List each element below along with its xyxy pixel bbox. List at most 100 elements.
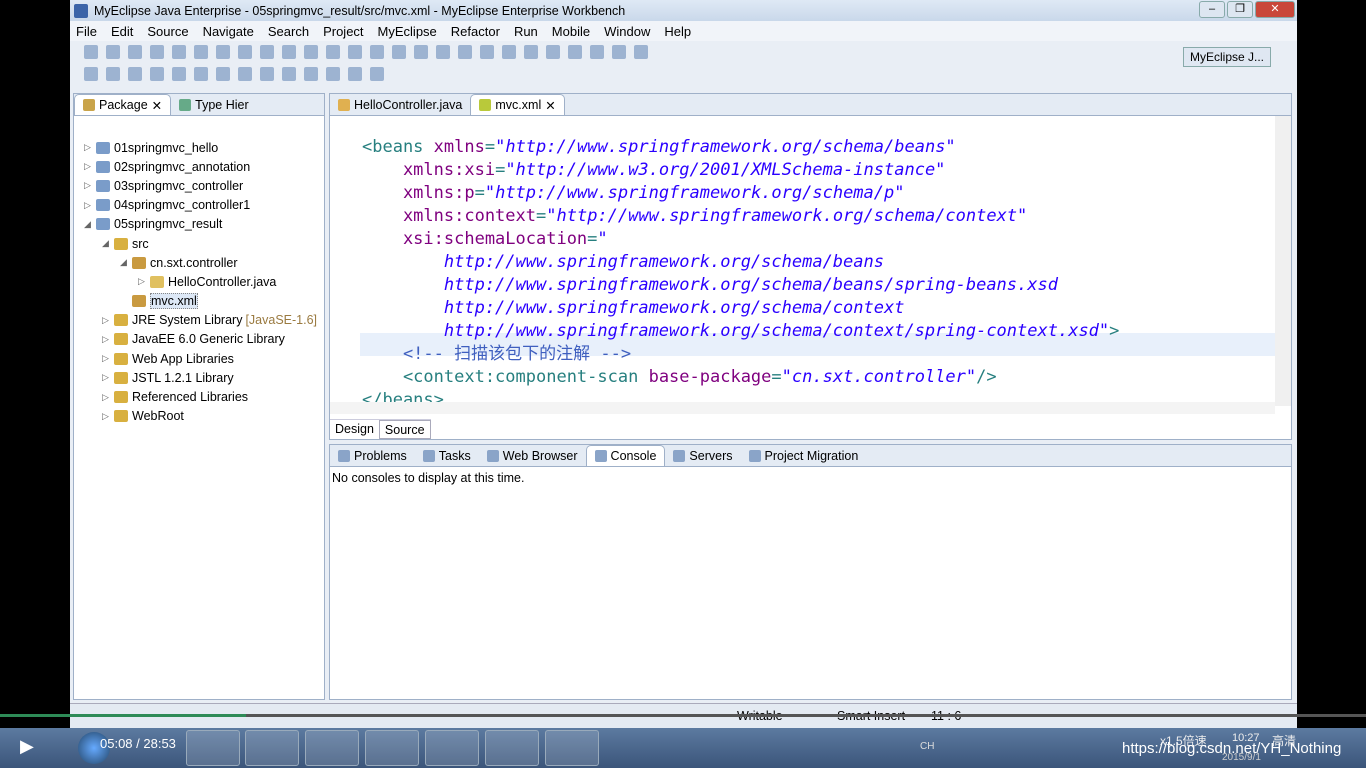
tree-item[interactable]: ▷ JRE System Library [JavaSE-1.6] — [84, 311, 317, 330]
tab-console[interactable]: Console — [585, 445, 666, 466]
tree-item[interactable]: ▷ 02springmvc_annotation — [84, 157, 317, 176]
toolbar-button-icon[interactable] — [348, 45, 362, 59]
play-icon[interactable]: ▶ — [20, 736, 34, 757]
tab-servers[interactable]: Servers — [665, 445, 740, 466]
expand-arrow-icon[interactable]: ▷ — [102, 334, 114, 345]
toolbar-button-icon[interactable] — [172, 45, 186, 59]
toolbar-button-icon[interactable] — [216, 45, 230, 59]
expand-arrow-icon[interactable]: ▷ — [84, 200, 96, 211]
toolbar-button-icon[interactable] — [238, 67, 252, 81]
expand-arrow-icon[interactable]: ▷ — [102, 372, 114, 383]
menu-run[interactable]: Run — [514, 24, 538, 39]
taskbar-app[interactable] — [245, 730, 299, 766]
tree-item[interactable]: ◢ 05springmvc_result — [84, 215, 317, 234]
expand-arrow-icon[interactable]: ◢ — [102, 238, 114, 249]
tree-item[interactable]: ▷ Web App Libraries — [84, 349, 317, 368]
toolbar-button-icon[interactable] — [84, 67, 98, 81]
toolbar-button-icon[interactable] — [106, 67, 120, 81]
video-progress-bar[interactable] — [0, 714, 1366, 717]
minimize-button[interactable]: – — [1199, 1, 1225, 18]
tree-item[interactable]: ◢ cn.sxt.controller — [84, 253, 317, 272]
menu-edit[interactable]: Edit — [111, 24, 133, 39]
toolbar-button-icon[interactable] — [370, 67, 384, 81]
toolbar-button-icon[interactable] — [392, 45, 406, 59]
toolbar-button-icon[interactable] — [238, 45, 252, 59]
expand-arrow-icon[interactable]: ▷ — [138, 276, 150, 287]
toolbar-button-icon[interactable] — [282, 67, 296, 81]
menu-project[interactable]: Project — [323, 24, 363, 39]
expand-arrow-icon[interactable]: ▷ — [84, 180, 96, 191]
toolbar-button-icon[interactable] — [326, 67, 340, 81]
toolbar-button-icon[interactable] — [194, 45, 208, 59]
taskbar-app[interactable] — [305, 730, 359, 766]
tab-web-browser[interactable]: Web Browser — [479, 445, 586, 466]
taskbar-chrome[interactable] — [186, 730, 240, 766]
menu-file[interactable]: File — [76, 24, 97, 39]
taskbar-myeclipse[interactable] — [545, 730, 599, 766]
toolbar-button-icon[interactable] — [458, 45, 472, 59]
toolbar-button-icon[interactable] — [106, 45, 120, 59]
tab-project-migration[interactable]: Project Migration — [741, 445, 867, 466]
language-indicator[interactable]: CH — [920, 741, 934, 752]
tab-design[interactable]: Design — [330, 420, 379, 439]
toolbar-button-icon[interactable] — [348, 67, 362, 81]
expand-arrow-icon[interactable]: ▷ — [102, 392, 114, 403]
tree-item[interactable]: ▷ JSTL 1.2.1 Library — [84, 368, 317, 387]
expand-arrow-icon[interactable]: ▷ — [102, 411, 114, 422]
toolbar-button-icon[interactable] — [304, 67, 318, 81]
toolbar-button-icon[interactable] — [282, 45, 296, 59]
toolbar-button-icon[interactable] — [612, 45, 626, 59]
toolbar-button-icon[interactable] — [260, 67, 274, 81]
taskbar-explorer[interactable] — [365, 730, 419, 766]
toolbar-button-icon[interactable] — [194, 67, 208, 81]
taskbar-app[interactable] — [425, 730, 479, 766]
menu-help[interactable]: Help — [664, 24, 691, 39]
menu-refactor[interactable]: Refactor — [451, 24, 500, 39]
code-area[interactable]: <beans xmlns="http://www.springframework… — [330, 116, 1275, 402]
menu-mobile[interactable]: Mobile — [552, 24, 590, 39]
toolbar-button-icon[interactable] — [172, 67, 186, 81]
toolbar-button-icon[interactable] — [546, 45, 560, 59]
menu-window[interactable]: Window — [604, 24, 650, 39]
taskbar-word[interactable] — [485, 730, 539, 766]
toolbar-button-icon[interactable] — [84, 45, 98, 59]
tab-tasks[interactable]: Tasks — [415, 445, 479, 466]
toolbar-button-icon[interactable] — [414, 45, 428, 59]
toolbar-button-icon[interactable] — [150, 67, 164, 81]
tab-source[interactable]: Source — [378, 420, 431, 439]
menu-myeclipse[interactable]: MyEclipse — [378, 24, 437, 39]
toolbar-button-icon[interactable] — [370, 45, 384, 59]
expand-arrow-icon[interactable]: ◢ — [84, 219, 96, 230]
tab-hellocontroller[interactable]: HelloController.java — [330, 94, 470, 115]
perspective-button[interactable]: MyEclipse J... — [1182, 47, 1271, 67]
tree-item[interactable]: ▷ 04springmvc_controller1 — [84, 196, 317, 215]
toolbar-button-icon[interactable] — [590, 45, 604, 59]
tree-item[interactable]: ▷ 01springmvc_hello — [84, 138, 317, 157]
maximize-button[interactable]: ❐ — [1227, 1, 1253, 18]
toolbar-button-icon[interactable] — [304, 45, 318, 59]
expand-arrow-icon[interactable]: ▷ — [102, 353, 114, 364]
toolbar-button-icon[interactable] — [524, 45, 538, 59]
toolbar-button-icon[interactable] — [436, 45, 450, 59]
menu-navigate[interactable]: Navigate — [203, 24, 254, 39]
tree-item[interactable]: ▷ 03springmvc_controller — [84, 176, 317, 195]
toolbar-button-icon[interactable] — [128, 45, 142, 59]
tree-item[interactable]: ▷ WebRoot — [84, 407, 317, 426]
toolbar-button-icon[interactable] — [150, 45, 164, 59]
tree-item[interactable]: ◢ src — [84, 234, 317, 253]
toolbar-button-icon[interactable] — [502, 45, 516, 59]
close-tab-icon[interactable]: ✕ — [545, 98, 555, 113]
tree-item[interactable]: ▷ JavaEE 6.0 Generic Library — [84, 330, 317, 349]
horizontal-scrollbar[interactable] — [330, 402, 1275, 414]
tree-item[interactable]: ▷ Referenced Libraries — [84, 387, 317, 406]
toolbar-button-icon[interactable] — [326, 45, 340, 59]
toolbar-button-icon[interactable] — [260, 45, 274, 59]
toolbar-button-icon[interactable] — [128, 67, 142, 81]
toolbar-button-icon[interactable] — [634, 45, 648, 59]
tab-problems[interactable]: Problems — [330, 445, 415, 466]
toolbar-button-icon[interactable] — [568, 45, 582, 59]
menu-source[interactable]: Source — [147, 24, 188, 39]
expand-arrow-icon[interactable]: ▷ — [102, 315, 114, 326]
tree-item[interactable]: ▷ HelloController.java — [84, 272, 317, 291]
expand-arrow-icon[interactable]: ◢ — [120, 257, 132, 268]
